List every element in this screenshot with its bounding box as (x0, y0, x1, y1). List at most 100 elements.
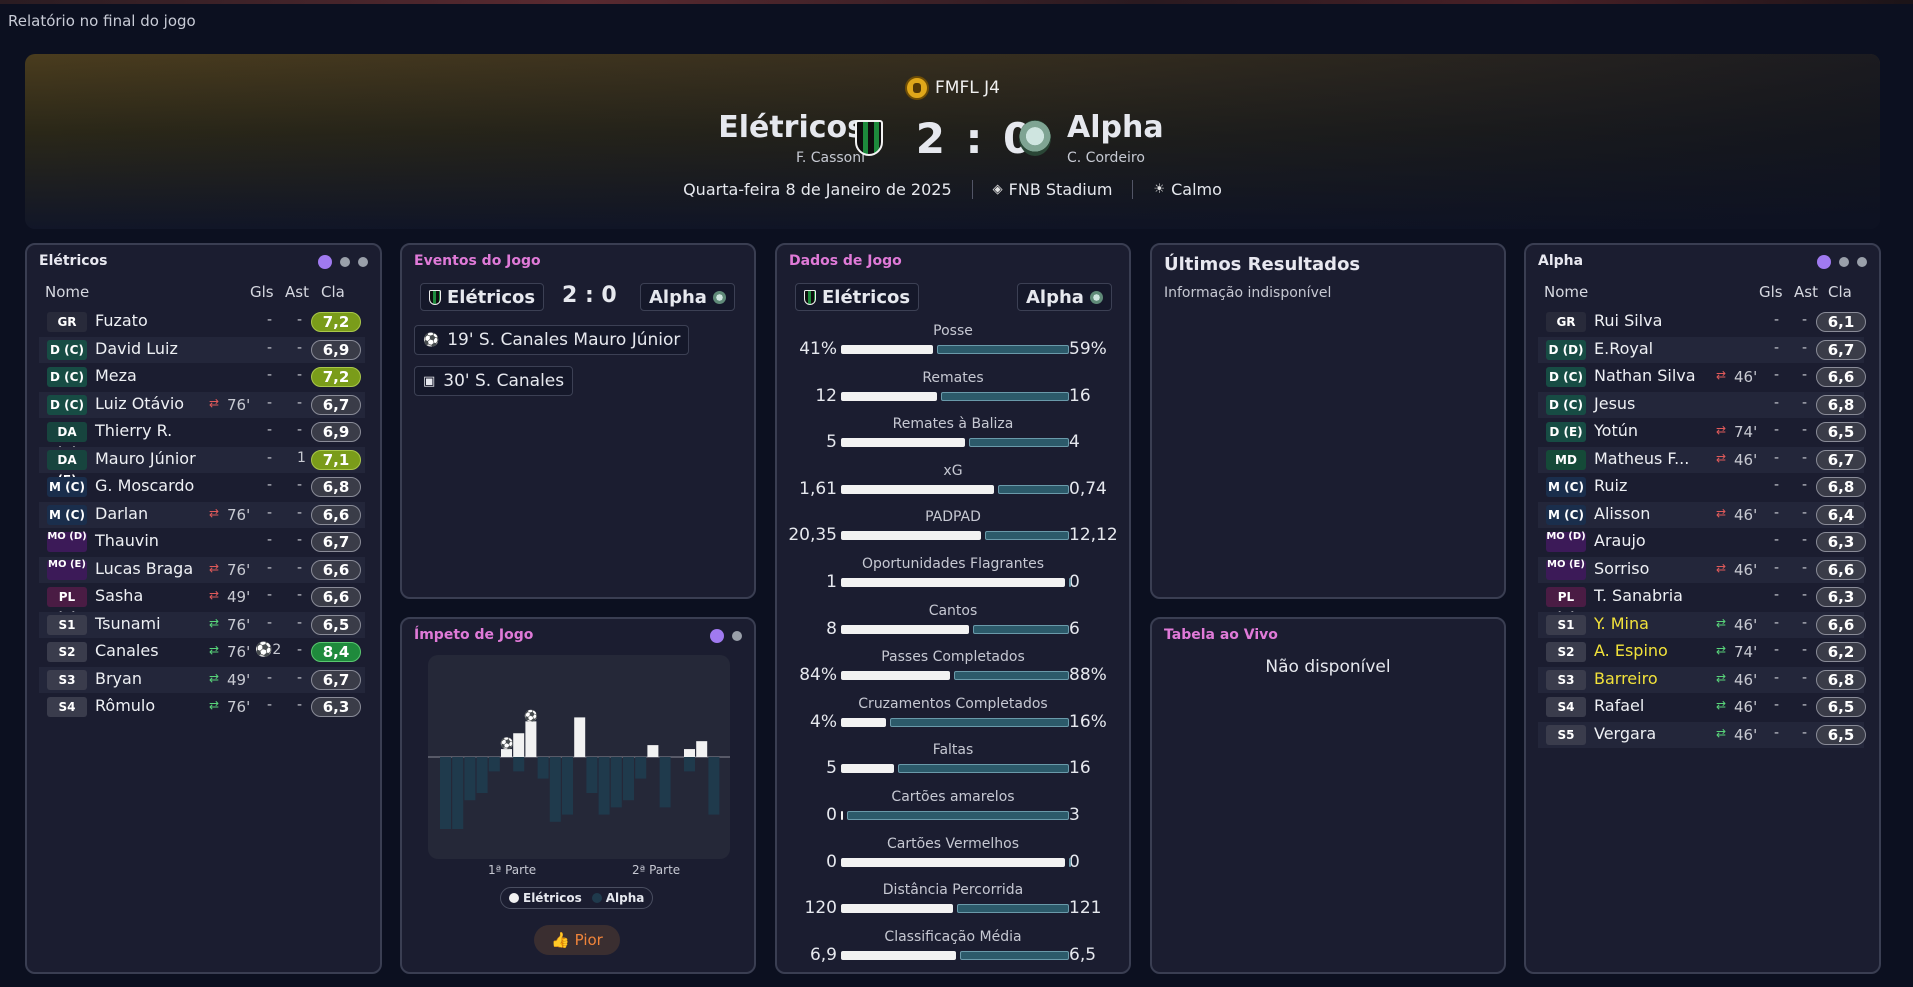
panel-view-switch[interactable] (318, 255, 368, 269)
view-dot-active[interactable] (318, 255, 332, 269)
events-home-chip[interactable]: Elétricos (420, 283, 545, 311)
view-dot[interactable] (358, 257, 368, 267)
player-row[interactable]: PL (C)T. Sanabria--6,3 (1538, 584, 1866, 624)
player-name[interactable]: Rui Silva (1594, 311, 1662, 330)
player-name[interactable]: Matheus F... (1594, 449, 1689, 468)
player-row[interactable]: D (C) Luiz Otávio ⇄ 76' - -6,7 (39, 391, 365, 418)
player-name[interactable]: Yotún (1594, 421, 1638, 440)
player-row[interactable]: D (C) David Luiz - -6,9 (39, 336, 365, 363)
view-dot[interactable] (340, 257, 350, 267)
player-name[interactable]: A. Espino (1594, 641, 1668, 660)
home-coach[interactable]: F. Cassoni (796, 150, 865, 166)
legend-away[interactable]: Alpha (591, 891, 644, 905)
match-stadium[interactable]: ◈ FNB Stadium (971, 180, 1133, 199)
player-name[interactable]: Ruiz (1594, 476, 1627, 495)
player-name[interactable]: Meza (95, 366, 137, 385)
player-row[interactable]: S2 A. Espino ⇄ 74' - -6,2 (1538, 639, 1866, 665)
player-row[interactable]: D (C) Nathan Silva ⇄ 46' - -6,6 (1538, 364, 1866, 390)
home-team-name[interactable]: Elétricos (718, 110, 865, 145)
stats-away-chip[interactable]: Alpha (1017, 283, 1112, 311)
player-row[interactable]: S4 Rômulo ⇄ 76' - -6,3 (39, 694, 365, 720)
player-name[interactable]: Fuzato (95, 311, 148, 330)
player-row[interactable]: S1 Y. Mina ⇄ 46' - -6,6 (1538, 611, 1866, 638)
player-name[interactable]: Thauvin (95, 531, 159, 550)
player-row[interactable]: D (C) Jesus - -6,8 (1538, 391, 1866, 418)
view-dot-active[interactable] (1817, 255, 1831, 269)
player-name[interactable]: Barreiro (1594, 669, 1658, 688)
player-row[interactable]: M (C) Ruiz - -6,8 (1538, 474, 1866, 500)
legend-home[interactable]: Elétricos (509, 891, 582, 905)
player-row[interactable]: D (C) Meza - -7,2 (39, 364, 365, 390)
player-name[interactable]: Alisson (1594, 504, 1650, 523)
panel-view-switch[interactable] (1817, 255, 1867, 269)
competition-name[interactable]: FMFL J4 (935, 78, 1000, 98)
col-assists[interactable]: Ast (285, 283, 309, 301)
player-name[interactable]: Darlan (95, 504, 148, 523)
player-row[interactable]: GR Fuzato - -7,2 (39, 309, 365, 335)
stats-panel: Dados de Jogo Elétricos Alpha Posse 41% 59… (775, 243, 1131, 974)
player-row[interactable]: S2 Canales ⇄ 76' ⚽2-8,4 (39, 639, 365, 665)
player-name[interactable]: Luiz Otávio (95, 394, 184, 413)
sub-minute: 46' (1734, 670, 1758, 689)
player-row[interactable]: M (C) Darlan ⇄ 76' - -6,6 (39, 501, 365, 528)
stat-label: PADPAD (925, 509, 981, 526)
player-name[interactable]: T. Sanabria (1594, 586, 1683, 605)
momentum-view-switch[interactable] (710, 629, 742, 643)
away-coach[interactable]: C. Cordeiro (1067, 150, 1145, 166)
player-row[interactable]: M (C) G. Moscardo - -6,8 (39, 474, 365, 500)
col-goals[interactable]: Gls (250, 283, 274, 301)
player-name[interactable]: E.Royal (1594, 339, 1653, 358)
player-name[interactable]: Sorriso (1594, 559, 1649, 578)
events-away-chip[interactable]: Alpha (640, 283, 735, 311)
event-item[interactable]: ▣ 30' S. Canales (414, 366, 574, 396)
col-name[interactable]: Nome (1544, 283, 1588, 301)
player-row[interactable]: S1 Tsunami ⇄ 76' - -6,5 (39, 611, 365, 638)
player-name[interactable]: G. Moscardo (95, 476, 194, 495)
player-name[interactable]: Nathan Silva (1594, 366, 1696, 385)
player-name[interactable]: Canales (95, 641, 159, 660)
player-row[interactable]: S4 Rafael ⇄ 46' - -6,5 (1538, 694, 1866, 720)
player-row[interactable]: GR Rui Silva - -6,1 (1538, 309, 1866, 335)
event-item[interactable]: ⚽ 19' S. Canales Mauro Júnior (414, 325, 690, 355)
view-dot[interactable] (1839, 257, 1849, 267)
col-assists[interactable]: Ast (1794, 283, 1818, 301)
player-name[interactable]: Sasha (95, 586, 143, 605)
player-name[interactable]: Rafael (1594, 696, 1644, 715)
view-dot[interactable] (732, 631, 742, 641)
player-row[interactable]: MO (D) Thauvin - -6,7 (39, 529, 365, 555)
col-goals[interactable]: Gls (1759, 283, 1783, 301)
away-team-name[interactable]: Alpha (1067, 110, 1164, 145)
player-row[interactable]: D (E) Yotún ⇄ 74' - -6,5 (1538, 419, 1866, 445)
player-name[interactable]: Rômulo (95, 696, 155, 715)
player-name[interactable]: David Luiz (95, 339, 178, 358)
player-row[interactable]: PL (C)Sasha⇄49'--6,6 (39, 584, 365, 624)
player-name[interactable]: Tsunami (95, 614, 161, 633)
player-row[interactable]: D (D) E.Royal - -6,7 (1538, 336, 1866, 363)
player-name[interactable]: Bryan (95, 669, 142, 688)
player-row[interactable]: S3 Barreiro ⇄ 46' - -6,8 (1538, 666, 1866, 693)
player-name[interactable]: Jesus (1594, 394, 1635, 413)
player-name[interactable]: Mauro Júnior (95, 449, 196, 468)
player-row[interactable]: M (C) Alisson ⇄ 46' - -6,4 (1538, 501, 1866, 528)
player-name[interactable]: Vergara (1594, 724, 1656, 743)
col-name[interactable]: Nome (45, 283, 89, 301)
player-row[interactable]: DA (D)Thierry R.--6,9 (39, 419, 365, 459)
player-name[interactable]: Lucas Braga (95, 559, 193, 578)
view-dot-active[interactable] (710, 629, 724, 643)
player-row[interactable]: MO (D) Araujo - -6,3 (1538, 529, 1866, 555)
player-name[interactable]: Y. Mina (1594, 614, 1649, 633)
player-row[interactable]: DA (E) Mauro Júnior - 1 7,1 (39, 446, 365, 487)
player-name[interactable]: Thierry R. (95, 421, 172, 440)
stat-label: Oportunidades Flagrantes (861, 556, 1045, 572)
worst-button[interactable]: 👍 Pior (534, 925, 620, 955)
col-rating[interactable]: Cla (1828, 283, 1852, 301)
player-row[interactable]: S3 Bryan ⇄ 49' - -6,7 (39, 666, 365, 693)
player-row[interactable]: MD Matheus F... ⇄ 46' - -6,7 (1538, 446, 1866, 473)
player-row[interactable]: S5 Vergara ⇄ 46' - -6,5 (1538, 721, 1866, 748)
player-row[interactable]: MO (E) Lucas Braga ⇄ 76' - -6,6 (39, 556, 365, 583)
view-dot[interactable] (1857, 257, 1867, 267)
player-name[interactable]: Araujo (1594, 531, 1646, 550)
col-rating[interactable]: Cla (321, 283, 345, 301)
stats-home-chip[interactable]: Elétricos (795, 283, 920, 311)
player-row[interactable]: MO (E) Sorriso ⇄ 46' - -6,6 (1538, 556, 1866, 583)
